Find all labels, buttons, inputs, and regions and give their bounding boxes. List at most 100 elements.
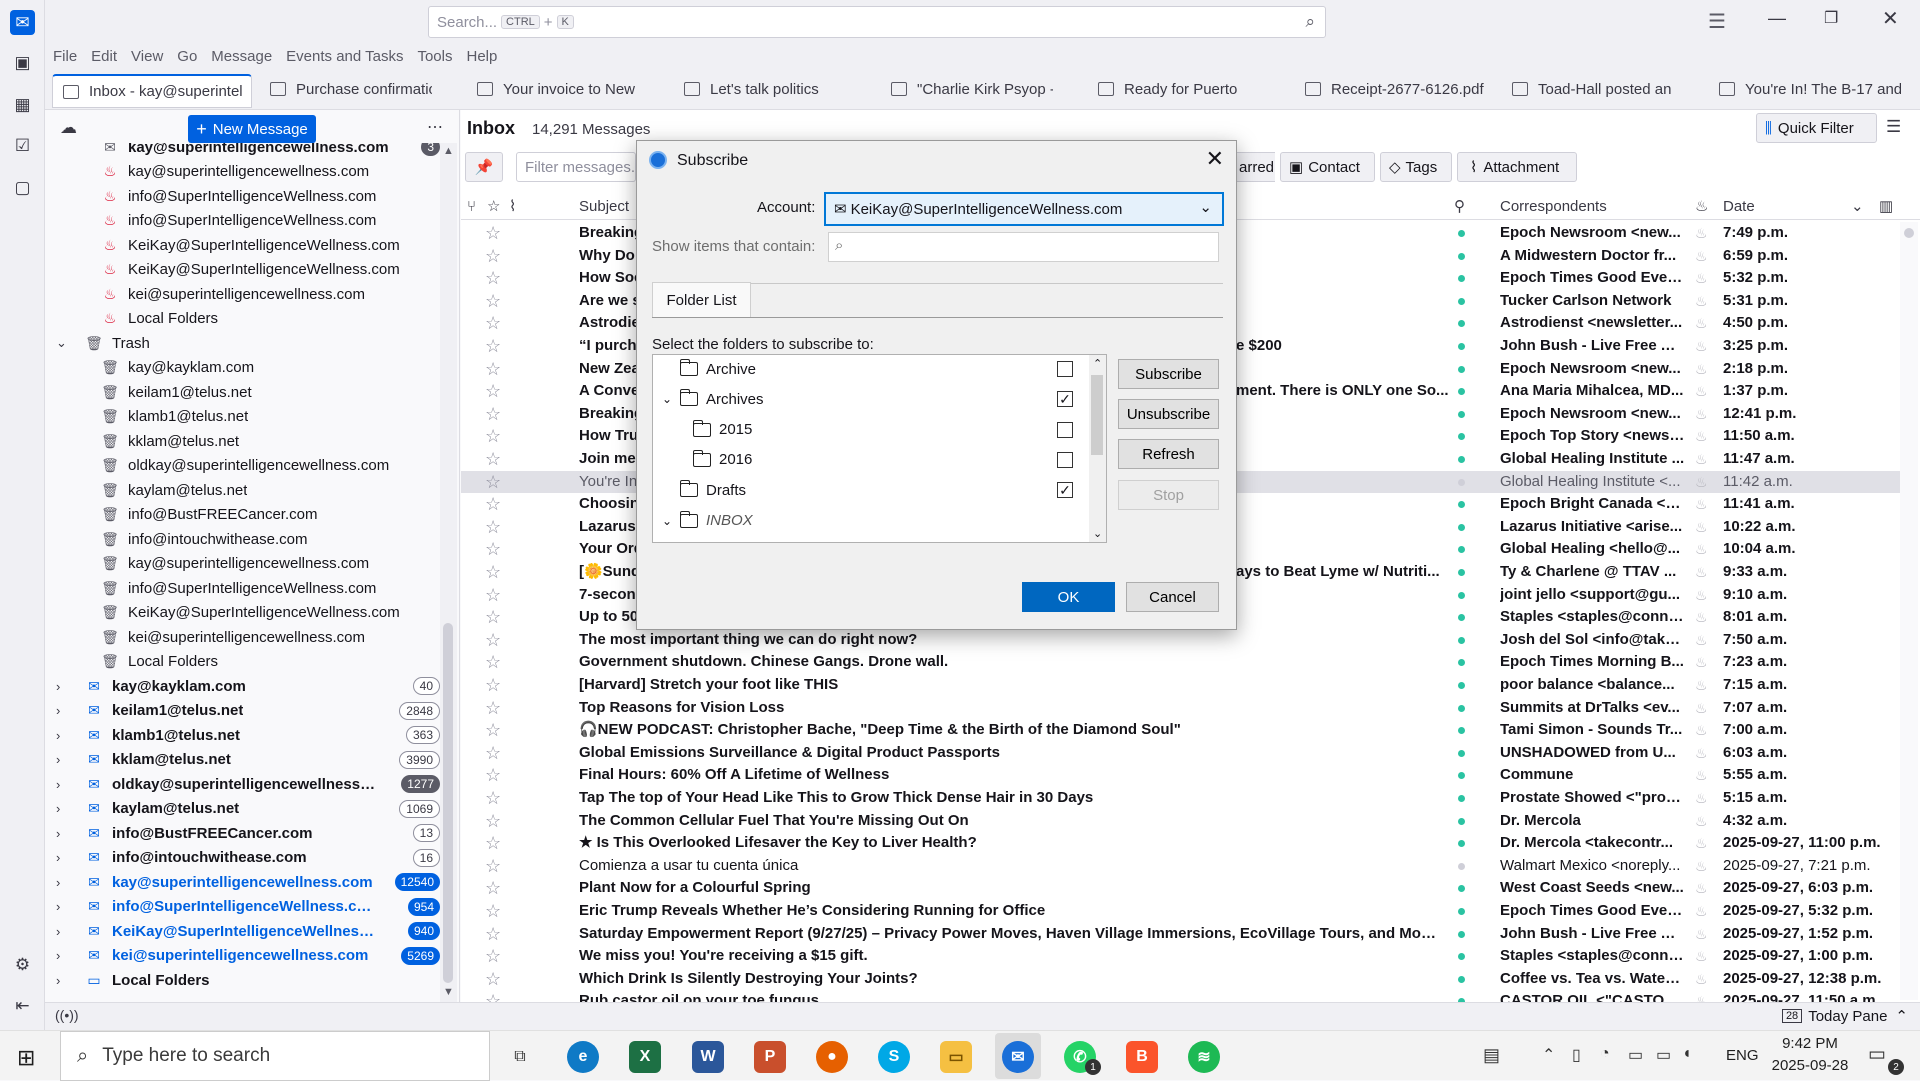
unread-dot-icon[interactable] — [1458, 704, 1465, 712]
app-menu-icon[interactable]: ☰ — [1708, 9, 1726, 34]
junk-icon[interactable]: ♨ — [1695, 811, 1708, 831]
message-row[interactable]: ☆ 🎧NEW PODCAST: Christopher Bache, "Deep … — [461, 719, 1901, 742]
unread-dot-icon[interactable] — [1458, 343, 1465, 350]
junk-icon[interactable]: ♨ — [1695, 313, 1708, 333]
junk-icon[interactable]: ♨ — [1695, 246, 1708, 266]
star-icon[interactable]: ☆ — [485, 471, 501, 493]
junk-icon[interactable]: ♨ — [1695, 404, 1708, 424]
star-icon[interactable]: ☆ — [485, 990, 501, 1002]
tray-device-icon[interactable]: ▯ — [1572, 1045, 1581, 1065]
star-icon[interactable]: ☆ — [485, 267, 501, 289]
junk-icon[interactable]: ♨ — [1695, 901, 1708, 921]
menu-view[interactable]: View — [131, 48, 163, 65]
show-items-input[interactable]: ⌕ — [828, 232, 1219, 262]
news-widget-icon[interactable]: ▤ — [1483, 1045, 1500, 1066]
minimize-icon[interactable]: — — [1768, 8, 1786, 29]
firefox-icon[interactable]: ● — [816, 1041, 848, 1073]
menu-message[interactable]: Message — [211, 48, 272, 65]
subscribe-button[interactable]: Subscribe — [1118, 359, 1219, 389]
tab-message[interactable]: "Charlie Kirk Psyop -- C — [891, 74, 1053, 104]
edge-icon[interactable]: e — [567, 1041, 599, 1073]
taskbar-search-box[interactable]: ⌕ Type here to search — [60, 1031, 490, 1081]
star-icon[interactable]: ☆ — [485, 764, 501, 786]
junk-icon[interactable]: ♨ — [1695, 630, 1708, 650]
unread-dot-icon[interactable] — [1458, 840, 1465, 848]
star-icon[interactable]: ☆ — [485, 538, 501, 560]
star-icon[interactable]: ☆ — [485, 245, 501, 267]
message-row[interactable]: ☆ Which Drink Is Silently Destroying Your… — [461, 968, 1901, 991]
address-book-icon[interactable]: ▣ — [10, 50, 35, 75]
unread-dot-icon[interactable] — [1458, 659, 1465, 667]
unread-dot-icon[interactable] — [1458, 569, 1465, 576]
subscribe-folder-row[interactable]: Drafts — [679, 475, 746, 505]
chat-icon[interactable]: ▢ — [10, 175, 35, 200]
message-row[interactable]: ☆ Tap The top of Your Head Like This to G… — [461, 787, 1901, 810]
unread-dot-icon[interactable] — [1458, 275, 1465, 283]
star-icon[interactable]: ☆ — [485, 787, 501, 809]
brave-icon[interactable]: B — [1126, 1041, 1158, 1073]
unread-dot-icon[interactable] — [1458, 817, 1465, 825]
excel-icon[interactable]: X — [629, 1041, 661, 1073]
file-explorer-icon[interactable]: ▭ — [940, 1041, 972, 1073]
unread-dot-icon[interactable] — [1458, 636, 1465, 644]
skype-icon[interactable]: S — [878, 1041, 910, 1073]
tasks-icon[interactable]: ☑ — [10, 133, 35, 158]
star-icon[interactable]: ☆ — [485, 561, 501, 583]
notifications-icon[interactable]: ▭ — [1868, 1043, 1886, 1066]
tab-message[interactable]: Toad-Hall posted an a — [1512, 74, 1674, 104]
message-row[interactable]: ☆ ★ Is This Overlooked Lifesaver the Key … — [461, 832, 1901, 855]
subject-column-header[interactable]: Subject — [579, 192, 629, 220]
message-row[interactable]: ☆ Government shutdown. Chinese Gangs. Dro… — [461, 651, 1901, 674]
stop-button[interactable]: Stop — [1118, 480, 1219, 510]
junk-icon[interactable]: ♨ — [1695, 494, 1708, 514]
today-pane-toggle[interactable]: 28 Today Pane ⌃ — [1781, 1007, 1908, 1025]
junk-icon[interactable]: ♨ — [1695, 472, 1708, 492]
display-options-icon[interactable]: ☰ — [1886, 117, 1901, 137]
unread-dot-icon[interactable] — [1458, 501, 1465, 509]
junk-icon[interactable]: ♨ — [1695, 359, 1708, 379]
account-select[interactable]: ✉ KeiKay@SuperIntelligenceWellness.com ⌄ — [824, 192, 1224, 226]
unread-dot-icon[interactable] — [1458, 727, 1465, 735]
star-icon[interactable]: ☆ — [485, 945, 501, 967]
clock-time[interactable]: 9:42 PM — [1770, 1035, 1850, 1052]
spotify-icon[interactable]: ≋ — [1188, 1041, 1220, 1073]
junk-column-icon[interactable]: ♨ — [1695, 192, 1708, 220]
subscribe-folder-row[interactable]: Archive — [679, 355, 756, 384]
star-icon[interactable]: ☆ — [485, 900, 501, 922]
star-icon[interactable]: ☆ — [485, 629, 501, 651]
date-column-header[interactable]: Date — [1723, 192, 1755, 220]
unread-dot-icon[interactable] — [1458, 365, 1465, 373]
tab-message[interactable]: Receipt-2677-6126.pdf — [1305, 74, 1495, 104]
star-icon[interactable]: ☆ — [485, 855, 501, 877]
junk-icon[interactable]: ♨ — [1695, 878, 1708, 898]
subscribe-folder-row[interactable]: ⌄ INBOX — [662, 506, 753, 536]
star-icon[interactable]: ☆ — [485, 584, 501, 606]
menu-file[interactable]: File — [53, 48, 77, 65]
spam-folder-item[interactable]: ♨ info@SuperIntelligenceWellness.com — [102, 184, 440, 208]
star-icon[interactable]: ☆ — [485, 425, 501, 447]
spam-column-icon[interactable]: ⚲ — [1454, 192, 1465, 220]
tree-scrollbar[interactable]: ⌃ ⌄ — [1089, 355, 1106, 542]
junk-icon[interactable]: ♨ — [1695, 924, 1708, 944]
menu-help[interactable]: Help — [467, 48, 498, 65]
subscribe-folder-row[interactable]: ⌄ Archives — [662, 384, 764, 414]
unread-dot-icon[interactable] — [1458, 297, 1465, 305]
star-icon[interactable]: ☆ — [485, 312, 501, 334]
unread-dot-icon[interactable] — [1458, 433, 1465, 441]
unread-dot-icon[interactable] — [1458, 478, 1465, 486]
star-icon[interactable]: ☆ — [485, 448, 501, 470]
unread-dot-icon[interactable] — [1458, 885, 1465, 893]
unread-dot-icon[interactable] — [1458, 614, 1465, 622]
mail-space-icon[interactable]: ✉ — [10, 10, 35, 35]
subscribe-folder-row[interactable]: 2016 — [692, 445, 752, 475]
junk-icon[interactable]: ♨ — [1695, 698, 1708, 718]
star-icon[interactable]: ☆ — [485, 358, 501, 380]
restore-icon[interactable]: ❐ — [1824, 8, 1838, 28]
online-status-icon[interactable]: ((•)) — [55, 1007, 79, 1023]
task-view-icon[interactable]: ⧉ — [504, 1041, 536, 1073]
folder-item[interactable]: ✉ kay@superintelligencewellness.com 3 — [102, 143, 440, 159]
unread-dot-icon[interactable] — [1458, 252, 1465, 260]
menu-events-tasks[interactable]: Events and Tasks — [286, 48, 403, 65]
message-row[interactable]: ☆ The Common Cellular Fuel That You're Mi… — [461, 810, 1901, 833]
close-window-icon[interactable]: ✕ — [1882, 6, 1899, 31]
